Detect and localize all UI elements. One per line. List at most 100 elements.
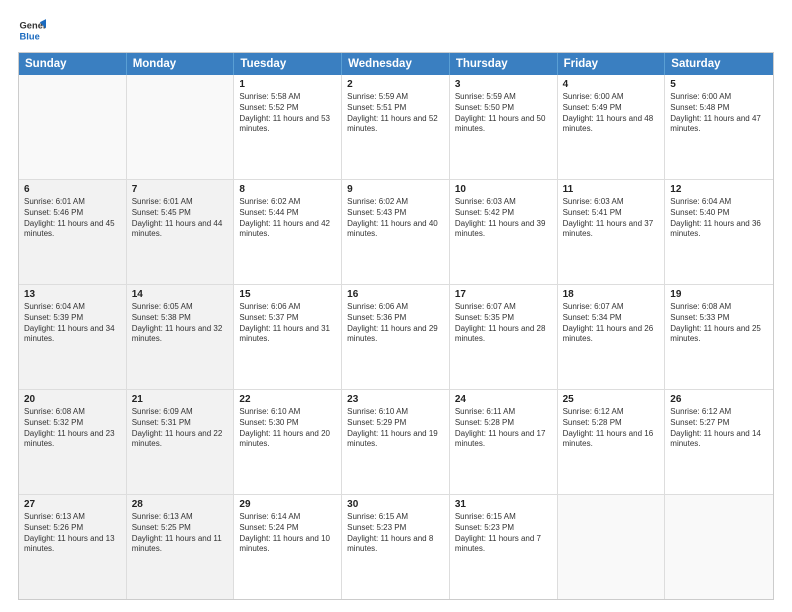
calendar-cell: 14Sunrise: 6:05 AMSunset: 5:38 PMDayligh… [127,285,235,389]
sunrise-text: Sunrise: 6:15 AM [347,512,444,523]
day-number: 18 [563,289,660,300]
sunrise-text: Sunrise: 5:59 AM [455,92,552,103]
calendar-cell: 18Sunrise: 6:07 AMSunset: 5:34 PMDayligh… [558,285,666,389]
sunrise-text: Sunrise: 6:13 AM [24,512,121,523]
day-number: 10 [455,184,552,195]
sunset-text: Sunset: 5:48 PM [670,103,768,114]
day-number: 14 [132,289,229,300]
sunset-text: Sunset: 5:40 PM [670,208,768,219]
calendar: SundayMondayTuesdayWednesdayThursdayFrid… [18,52,774,600]
calendar-cell: 3Sunrise: 5:59 AMSunset: 5:50 PMDaylight… [450,75,558,179]
sunset-text: Sunset: 5:33 PM [670,313,768,324]
sunrise-text: Sunrise: 6:11 AM [455,407,552,418]
sunrise-text: Sunrise: 6:03 AM [563,197,660,208]
sunrise-text: Sunrise: 5:59 AM [347,92,444,103]
calendar-cell: 21Sunrise: 6:09 AMSunset: 5:31 PMDayligh… [127,390,235,494]
daylight-text: Daylight: 11 hours and 31 minutes. [239,324,336,346]
sunrise-text: Sunrise: 6:02 AM [239,197,336,208]
sunrise-text: Sunrise: 6:03 AM [455,197,552,208]
header-day-thursday: Thursday [450,53,558,75]
calendar-cell [558,495,666,599]
daylight-text: Daylight: 11 hours and 48 minutes. [563,114,660,136]
day-number: 19 [670,289,768,300]
daylight-text: Daylight: 11 hours and 42 minutes. [239,219,336,241]
sunrise-text: Sunrise: 6:08 AM [24,407,121,418]
calendar-cell: 9Sunrise: 6:02 AMSunset: 5:43 PMDaylight… [342,180,450,284]
day-number: 23 [347,394,444,405]
sunrise-text: Sunrise: 6:10 AM [239,407,336,418]
sunrise-text: Sunrise: 6:12 AM [670,407,768,418]
sunrise-text: Sunrise: 6:04 AM [670,197,768,208]
daylight-text: Daylight: 11 hours and 28 minutes. [455,324,552,346]
sunset-text: Sunset: 5:27 PM [670,418,768,429]
calendar-cell: 4Sunrise: 6:00 AMSunset: 5:49 PMDaylight… [558,75,666,179]
calendar-cell: 7Sunrise: 6:01 AMSunset: 5:45 PMDaylight… [127,180,235,284]
sunset-text: Sunset: 5:38 PM [132,313,229,324]
day-number: 20 [24,394,121,405]
daylight-text: Daylight: 11 hours and 23 minutes. [24,429,121,451]
daylight-text: Daylight: 11 hours and 19 minutes. [347,429,444,451]
calendar-cell: 20 Sunrise: 6:08 AMSunset: 5:32 PMDayligh… [19,390,127,494]
calendar-cell: 28Sunrise: 6:13 AMSunset: 5:25 PMDayligh… [127,495,235,599]
calendar-body: 1Sunrise: 5:58 AMSunset: 5:52 PMDaylight… [19,75,773,599]
sunset-text: Sunset: 5:32 PM [24,418,121,429]
sunrise-text: Sunrise: 6:04 AM [24,302,121,313]
calendar-cell: 26Sunrise: 6:12 AMSunset: 5:27 PMDayligh… [665,390,773,494]
daylight-text: Daylight: 11 hours and 44 minutes. [132,219,229,241]
calendar-week-3: 13Sunrise: 6:04 AMSunset: 5:39 PMDayligh… [19,284,773,389]
calendar-cell: 24Sunrise: 6:11 AMSunset: 5:28 PMDayligh… [450,390,558,494]
day-number: 22 [239,394,336,405]
sunrise-text: Sunrise: 6:00 AM [563,92,660,103]
sunset-text: Sunset: 5:26 PM [24,523,121,534]
sunrise-text: Sunrise: 6:06 AM [347,302,444,313]
header-day-friday: Friday [558,53,666,75]
sunset-text: Sunset: 5:52 PM [239,103,336,114]
sunset-text: Sunset: 5:44 PM [239,208,336,219]
daylight-text: Daylight: 11 hours and 40 minutes. [347,219,444,241]
day-number: 3 [455,79,552,90]
sunset-text: Sunset: 5:36 PM [347,313,444,324]
day-number: 21 [132,394,229,405]
day-number: 8 [239,184,336,195]
calendar-cell: 29Sunrise: 6:14 AMSunset: 5:24 PMDayligh… [234,495,342,599]
daylight-text: Daylight: 11 hours and 53 minutes. [239,114,336,136]
calendar-cell [19,75,127,179]
daylight-text: Daylight: 11 hours and 16 minutes. [563,429,660,451]
sunset-text: Sunset: 5:29 PM [347,418,444,429]
daylight-text: Daylight: 11 hours and 22 minutes. [132,429,229,451]
sunset-text: Sunset: 5:49 PM [563,103,660,114]
day-number: 30 [347,499,444,510]
daylight-text: Daylight: 11 hours and 25 minutes. [670,324,768,346]
sunrise-text: Sunrise: 6:10 AM [347,407,444,418]
daylight-text: Daylight: 11 hours and 10 minutes. [239,534,336,556]
day-number: 5 [670,79,768,90]
calendar-cell: 15Sunrise: 6:06 AMSunset: 5:37 PMDayligh… [234,285,342,389]
calendar-cell: 19 Sunrise: 6:08 AMSunset: 5:33 PMDayligh… [665,285,773,389]
calendar-cell: 10Sunrise: 6:03 AMSunset: 5:42 PMDayligh… [450,180,558,284]
calendar-cell: 8 Sunrise: 6:02 AMSunset: 5:44 PMDaylight… [234,180,342,284]
sunrise-text: Sunrise: 6:08 AM [670,302,768,313]
calendar-week-2: 6Sunrise: 6:01 AMSunset: 5:46 PMDaylight… [19,179,773,284]
calendar-header: SundayMondayTuesdayWednesdayThursdayFrid… [19,53,773,75]
sunset-text: Sunset: 5:31 PM [132,418,229,429]
daylight-text: Daylight: 11 hours and 52 minutes. [347,114,444,136]
calendar-cell: 16Sunrise: 6:06 AMSunset: 5:36 PMDayligh… [342,285,450,389]
day-number: 9 [347,184,444,195]
calendar-cell: 22Sunrise: 6:10 AMSunset: 5:30 PMDayligh… [234,390,342,494]
sunrise-text: Sunrise: 6:14 AM [239,512,336,523]
calendar-cell: 6Sunrise: 6:01 AMSunset: 5:46 PMDaylight… [19,180,127,284]
svg-text:Blue: Blue [20,31,40,41]
sunrise-text: Sunrise: 6:07 AM [563,302,660,313]
daylight-text: Daylight: 11 hours and 47 minutes. [670,114,768,136]
header-day-tuesday: Tuesday [234,53,342,75]
sunset-text: Sunset: 5:46 PM [24,208,121,219]
day-number: 12 [670,184,768,195]
sunset-text: Sunset: 5:37 PM [239,313,336,324]
day-number: 2 [347,79,444,90]
sunrise-text: Sunrise: 6:01 AM [132,197,229,208]
sunset-text: Sunset: 5:42 PM [455,208,552,219]
sunset-text: Sunset: 5:28 PM [563,418,660,429]
daylight-text: Daylight: 11 hours and 20 minutes. [239,429,336,451]
sunset-text: Sunset: 5:24 PM [239,523,336,534]
daylight-text: Daylight: 11 hours and 11 minutes. [132,534,229,556]
